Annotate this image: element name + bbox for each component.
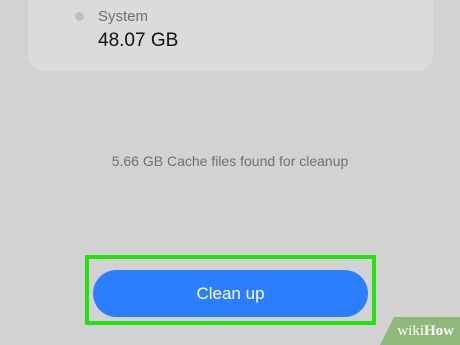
- storage-card: [28, 0, 433, 71]
- system-legend-dot: [75, 12, 84, 21]
- watermark-wiki-text: wiki: [397, 322, 424, 339]
- watermark-how-text: How: [424, 322, 454, 339]
- cache-files-message: 5.66 GB Cache files found for cleanup: [111, 153, 349, 169]
- system-category-label: System: [98, 8, 149, 25]
- system-storage-size: 48.07 GB: [98, 30, 179, 51]
- clean-up-button[interactable]: Clean up: [93, 270, 368, 317]
- wikihow-watermark: wiki How: [380, 317, 460, 345]
